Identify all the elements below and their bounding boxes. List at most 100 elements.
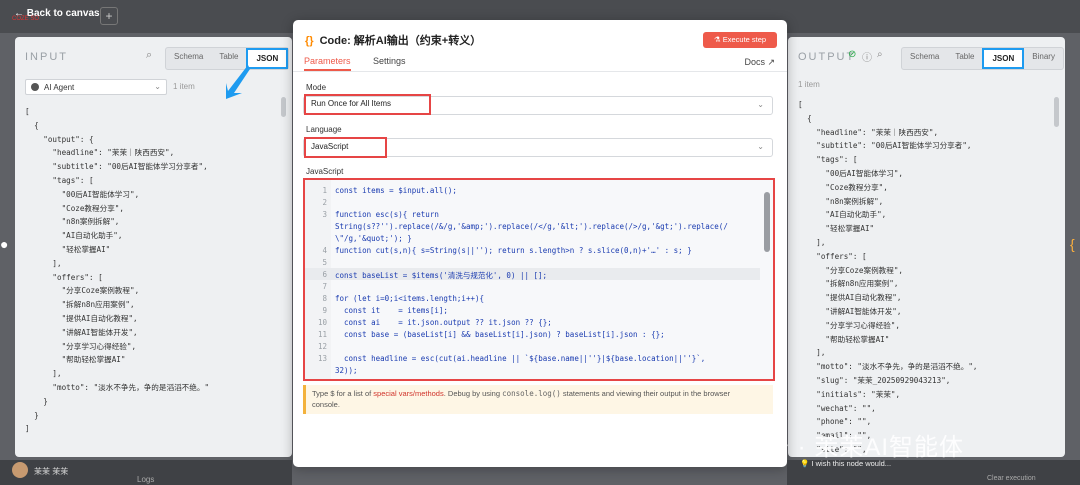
json-line: "slug": "茉茉_20250929043213", — [798, 375, 951, 385]
chevron-down-icon: ⌄ — [757, 100, 764, 109]
scrollbar[interactable] — [281, 97, 286, 117]
input-node-select[interactable]: AI Agent ⌄ — [25, 79, 167, 95]
hint-text: statements and viewing their output in t… — [560, 389, 731, 398]
line-number: 1 — [322, 186, 327, 195]
line-number: 3 — [322, 210, 327, 219]
add-node-button[interactable]: + — [100, 7, 118, 25]
json-line: } — [25, 396, 48, 406]
code-editor[interactable]: 1 const items = $input.all(); 2 3 function e… — [303, 178, 775, 381]
json-line: "offers": [ — [25, 272, 103, 282]
code-line: for (let i=0;i<items.length;i++){ — [335, 294, 485, 303]
json-line: "tags": [ — [25, 175, 94, 185]
line-number: 2 — [322, 198, 327, 207]
json-line: ] — [25, 424, 30, 434]
output-item-count: 1 item — [798, 80, 820, 89]
json-line: "提供AI自动化教程", — [798, 293, 902, 303]
editor-hint: Type $ for a list of special vars/method… — [303, 385, 773, 414]
line-number: 12 — [317, 342, 327, 351]
chevron-down-icon: ⌄ — [154, 82, 161, 91]
scrollbar[interactable] — [1054, 97, 1059, 127]
json-line: "帮助轻松掌握AI" — [25, 355, 126, 365]
line-number: 8 — [322, 294, 327, 303]
line-number: 6 — [322, 270, 327, 279]
info-icon[interactable]: ⓘ — [862, 49, 872, 64]
special-vars-link[interactable]: special vars/methods — [373, 389, 443, 398]
json-line: "00后AI智能体学习", — [25, 189, 140, 199]
search-icon[interactable]: ⌕ — [146, 49, 152, 62]
code-line: const it = items[i]; — [335, 306, 448, 315]
language-value[interactable]: JavaScript — [304, 137, 387, 158]
modal-title-text: Code: 解析AI输出（约束+转义） — [319, 35, 482, 47]
tab-parameters[interactable]: Parameters — [304, 56, 351, 71]
search-icon[interactable]: ⌕ — [877, 49, 883, 60]
line-number: 5 — [322, 258, 327, 267]
json-line: "分享学习心得经验", — [798, 320, 900, 330]
json-line: "轻松掌握AI" — [798, 224, 875, 234]
json-line: "subtitle": "00后AI智能体学习分享者", — [798, 141, 972, 151]
modal-title: {} Code: 解析AI输出（约束+转义） — [305, 32, 481, 48]
json-line: "拆解n8n应用案例", — [25, 300, 135, 310]
json-line: "subtitle": "00后AI智能体学习分享者", — [25, 162, 208, 172]
language-label: Language — [306, 125, 342, 134]
wechat-icon — [694, 431, 714, 449]
chevron-down-icon: ⌄ — [757, 142, 764, 151]
input-title: INPUT — [25, 51, 68, 63]
input-panel: INPUT ⌕ Schema Table JSON AI Agent ⌄ 1 i… — [15, 37, 292, 457]
output-title: OUTPUT — [798, 51, 856, 63]
json-line: "offers": [ — [798, 251, 867, 261]
line-number: 7 — [322, 282, 327, 291]
json-line: "轻松掌握AI" — [25, 244, 111, 254]
json-line: "Coze教程分享", — [25, 203, 124, 213]
tab-binary[interactable]: Binary — [1024, 48, 1063, 69]
json-line: "n8n案例拆解", — [798, 196, 884, 206]
json-line: [ — [798, 100, 803, 109]
json-line: "wechat": "", — [798, 403, 876, 413]
json-line: ], — [25, 258, 62, 268]
hint-text: Type $ for a list of — [312, 389, 374, 398]
tab-schema[interactable]: Schema — [902, 48, 947, 69]
json-line: "分享学习心得经验", — [25, 341, 137, 351]
line-number: 11 — [317, 330, 327, 339]
code-braces-icon: {} — [305, 35, 314, 47]
input-node-select-label: AI Agent — [44, 83, 75, 92]
tab-settings[interactable]: Settings — [373, 56, 406, 66]
mode-value[interactable]: Run Once for All Items — [304, 94, 431, 115]
execute-step-button[interactable]: ⚗ Execute step — [703, 32, 777, 48]
code-line: function cut(s,n){ s=String(s||''); retu… — [335, 246, 692, 255]
json-line: } — [25, 410, 39, 420]
logs-label[interactable]: Logs — [137, 475, 154, 484]
clear-execution-button[interactable]: Clear execution — [987, 475, 1036, 482]
json-line: "AI自动化助手", — [798, 210, 887, 220]
editor-label: JavaScript — [306, 167, 344, 176]
json-line: "n8n案例拆解", — [25, 217, 120, 227]
input-json-view: [ { "output": { "headline": "茉茉｜陕西西安", "… — [25, 105, 209, 436]
execute-step-label: Execute step — [722, 35, 767, 44]
json-line: "motto": "淡水不争先，争的是滔滔不绝。" — [25, 382, 210, 392]
json-line: "讲解AI智能体开发", — [25, 327, 138, 337]
watermark: 公众号 · 茉茉AI智能体 — [715, 434, 965, 461]
code-line: const base = (baseList[i] && baseList[i]… — [335, 330, 665, 339]
code-node-icon: { — [1070, 236, 1075, 252]
json-line: "Coze教程分享", — [798, 182, 888, 192]
avatar[interactable] — [12, 462, 28, 478]
mode-label: Mode — [306, 83, 327, 92]
tab-json[interactable]: JSON — [982, 48, 1025, 69]
robot-icon — [31, 83, 39, 91]
code-line: String(s??'').replace(/&/g,'&amp;').repl… — [335, 222, 728, 231]
editor-scrollbar[interactable] — [764, 192, 770, 252]
json-line: [ — [25, 107, 30, 116]
node-handle-icon: ● — [0, 236, 9, 252]
json-line: ], — [798, 348, 826, 358]
tab-schema[interactable]: Schema — [166, 48, 211, 69]
code-line: const items = $input.all(); — [335, 186, 457, 195]
tab-json[interactable]: JSON — [246, 48, 289, 69]
code-line: const ai = it.json.output ?? it.json ?? … — [335, 318, 552, 327]
json-line: ], — [25, 369, 62, 379]
json-line: "headline": "茉茉｜陕西西安", — [25, 148, 175, 158]
code-line: const baseList = $items('清洗与规范化', 0) || … — [335, 271, 548, 280]
code-line: \"/g,'&quot;'); } — [335, 234, 412, 243]
tab-table[interactable]: Table — [947, 48, 982, 69]
json-line: "motto": "淡水不争先，争的是滔滔不绝。", — [798, 362, 978, 372]
hint-code: console.log() — [502, 389, 561, 398]
docs-link[interactable]: Docs ↗ — [744, 57, 775, 68]
